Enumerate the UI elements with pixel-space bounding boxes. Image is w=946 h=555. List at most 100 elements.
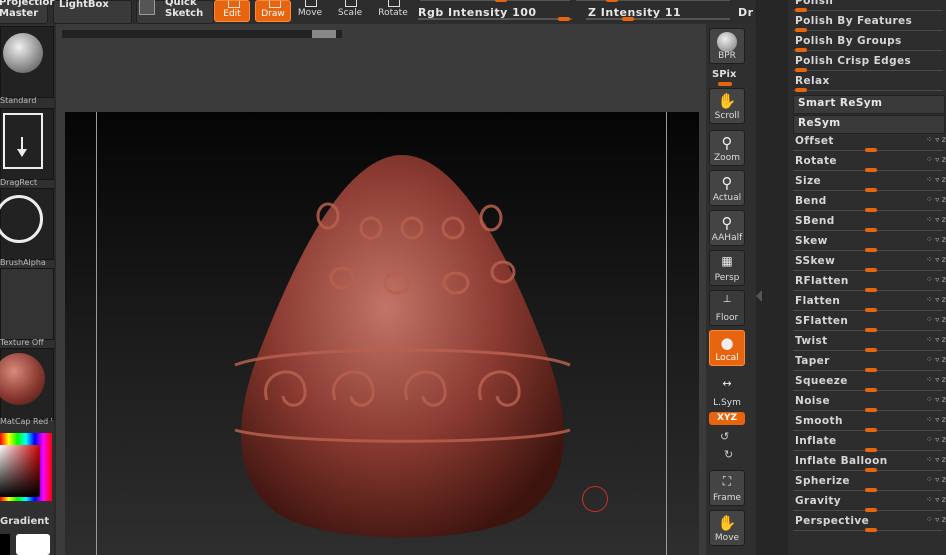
polish-row[interactable]: Polish xyxy=(793,0,946,13)
main-color-swatch[interactable] xyxy=(16,534,50,555)
lsym-button[interactable]: ↔ L.Sym xyxy=(709,374,745,410)
deformation-slider-spherize[interactable]: Spherize ⁘ ▿ z xyxy=(793,473,946,493)
axis-toggle-icon[interactable]: ⁘ ▿ z xyxy=(926,495,946,504)
deformation-slider-twist[interactable]: Twist ⁘ ▿ z xyxy=(793,333,946,353)
slider-knob[interactable] xyxy=(865,528,877,532)
axis-toggle-icon[interactable]: ⁘ ▿ z xyxy=(926,515,946,524)
slider-knob[interactable] xyxy=(865,488,877,492)
slider-knob[interactable] xyxy=(865,368,877,372)
slider-knob[interactable] xyxy=(865,348,877,352)
slider-knob[interactable] xyxy=(865,508,877,512)
axis-toggle-icon[interactable]: ⁘ ▿ z xyxy=(926,475,946,484)
deformation-slider-sbend[interactable]: SBend ⁘ ▿ z xyxy=(793,213,946,233)
axis-toggle-icon[interactable]: ⁘ ▿ z xyxy=(926,415,946,424)
move-button[interactable]: Move xyxy=(292,0,328,22)
resym-button[interactable]: ReSym xyxy=(793,115,945,134)
xyz-button[interactable]: XYZ xyxy=(709,412,745,425)
secondary-color-swatch[interactable] xyxy=(0,534,10,555)
slider-knob[interactable] xyxy=(795,68,807,72)
deformation-slider-size[interactable]: Size ⁘ ▿ z xyxy=(793,173,946,193)
smart-resym-button[interactable]: Smart ReSym xyxy=(793,95,945,114)
slider-knob[interactable] xyxy=(865,468,877,472)
deformation-slider-gravity[interactable]: Gravity ⁘ ▿ z xyxy=(793,493,946,513)
rotate-button[interactable]: Rotate xyxy=(375,0,411,22)
deformation-slider-bend[interactable]: Bend ⁘ ▿ z xyxy=(793,193,946,213)
axis-toggle-icon[interactable]: ⁘ ▿ z xyxy=(926,135,946,144)
scroll-button[interactable]: ✋ Scroll xyxy=(709,88,745,124)
axis-toggle-icon[interactable]: ⁘ ▿ z xyxy=(926,395,946,404)
move-view-button[interactable]: ✋ Move xyxy=(709,510,745,546)
axis-toggle-icon[interactable]: ⁘ ▿ z xyxy=(926,315,946,324)
deformation-slider-perspective[interactable]: Perspective ⁘ ▿ z xyxy=(793,513,946,533)
slider-knob[interactable] xyxy=(865,248,877,252)
bpr-button[interactable]: BPR xyxy=(709,28,745,64)
axis-toggle-icon[interactable]: ⁘ ▿ z xyxy=(926,355,946,364)
slider-knob[interactable] xyxy=(865,328,877,332)
egg-model[interactable] xyxy=(225,150,580,545)
axis-toggle-icon[interactable]: ⁘ ▿ z xyxy=(926,195,946,204)
rgb-intensity-knob[interactable] xyxy=(558,17,570,21)
horizontal-scrollbar[interactable] xyxy=(62,30,342,38)
axis-toggle-icon[interactable]: ⁘ ▿ z xyxy=(926,435,946,444)
polish-row[interactable]: Polish By Features xyxy=(793,13,946,33)
rotate-z-icon[interactable]: ↻ xyxy=(724,448,733,461)
slider-knob[interactable] xyxy=(795,28,807,32)
actual-button[interactable]: ⚲ Actual xyxy=(709,170,745,206)
color-picker[interactable] xyxy=(0,433,52,501)
polish-row[interactable]: Polish By Groups xyxy=(793,33,946,53)
slider-knob[interactable] xyxy=(865,208,877,212)
slider-knob[interactable] xyxy=(865,168,877,172)
slider-knob[interactable] xyxy=(865,148,877,152)
deformation-slider-smooth[interactable]: Smooth ⁘ ▿ z xyxy=(793,413,946,433)
mrgb-slider-knob[interactable] xyxy=(495,0,507,2)
draw-button[interactable]: Draw xyxy=(255,0,291,22)
rgb-intensity-track[interactable] xyxy=(418,18,572,20)
material-thumbnail[interactable] xyxy=(0,348,54,420)
scale-button[interactable]: Scale xyxy=(332,0,368,22)
collapse-arrow-icon[interactable] xyxy=(756,290,762,302)
axis-toggle-icon[interactable]: ⁘ ▿ z xyxy=(926,155,946,164)
deformation-slider-sskew[interactable]: SSkew ⁘ ▿ z xyxy=(793,253,946,273)
persp-button[interactable]: ▦ Persp xyxy=(709,250,745,286)
local-button[interactable]: ● Local xyxy=(709,330,745,366)
deformation-slider-flatten[interactable]: Flatten ⁘ ▿ z xyxy=(793,293,946,313)
brush-thumbnail[interactable] xyxy=(0,26,54,98)
polish-row[interactable]: Polish Crisp Edges xyxy=(793,53,946,73)
slider-knob[interactable] xyxy=(865,288,877,292)
deformation-slider-noise[interactable]: Noise ⁘ ▿ z xyxy=(793,393,946,413)
z-intensity-knob[interactable] xyxy=(622,17,634,21)
spix-slider-knob[interactable] xyxy=(718,82,732,86)
deformation-slider-sflatten[interactable]: SFlatten ⁘ ▿ z xyxy=(793,313,946,333)
axis-toggle-icon[interactable]: ⁘ ▿ z xyxy=(926,175,946,184)
slider-knob[interactable] xyxy=(865,228,877,232)
slider-knob[interactable] xyxy=(865,448,877,452)
slider-knob[interactable] xyxy=(865,268,877,272)
deformation-slider-offset[interactable]: Offset ⁘ ▿ z xyxy=(793,133,946,153)
slider-knob[interactable] xyxy=(865,308,877,312)
axis-toggle-icon[interactable]: ⁘ ▿ z xyxy=(926,235,946,244)
deformation-slider-rflatten[interactable]: RFlatten ⁘ ▿ z xyxy=(793,273,946,293)
lightbox-button[interactable]: LightBox xyxy=(53,0,132,24)
axis-toggle-icon[interactable]: ⁘ ▿ z xyxy=(926,335,946,344)
axis-toggle-icon[interactable]: ⁘ ▿ z xyxy=(926,455,946,464)
slider-knob[interactable] xyxy=(795,8,807,12)
zoom-button[interactable]: ⚲ Zoom xyxy=(709,130,745,166)
deformation-slider-inflate-balloon[interactable]: Inflate Balloon ⁘ ▿ z xyxy=(793,453,946,473)
slider-knob[interactable] xyxy=(865,388,877,392)
deformation-slider-squeeze[interactable]: Squeeze ⁘ ▿ z xyxy=(793,373,946,393)
polish-row[interactable]: Relax xyxy=(793,73,946,93)
axis-toggle-icon[interactable]: ⁘ ▿ z xyxy=(926,255,946,264)
deformation-slider-inflate[interactable]: Inflate ⁘ ▿ z xyxy=(793,433,946,453)
alpha-thumbnail[interactable] xyxy=(0,188,54,260)
z-intensity-track[interactable] xyxy=(586,18,730,20)
projection-master-button[interactable]: Projection Master xyxy=(0,0,56,24)
deformation-slider-skew[interactable]: Skew ⁘ ▿ z xyxy=(793,233,946,253)
rotate-y-icon[interactable]: ↺ xyxy=(720,430,729,443)
slider-knob[interactable] xyxy=(795,48,807,52)
slider-knob[interactable] xyxy=(795,88,807,92)
slider-knob[interactable] xyxy=(865,428,877,432)
aahalf-button[interactable]: ⚲ AAHalf xyxy=(709,210,745,246)
axis-toggle-icon[interactable]: ⁘ ▿ z xyxy=(926,215,946,224)
slider-knob[interactable] xyxy=(865,188,877,192)
frame-button[interactable]: ⛶ Frame xyxy=(709,470,745,506)
